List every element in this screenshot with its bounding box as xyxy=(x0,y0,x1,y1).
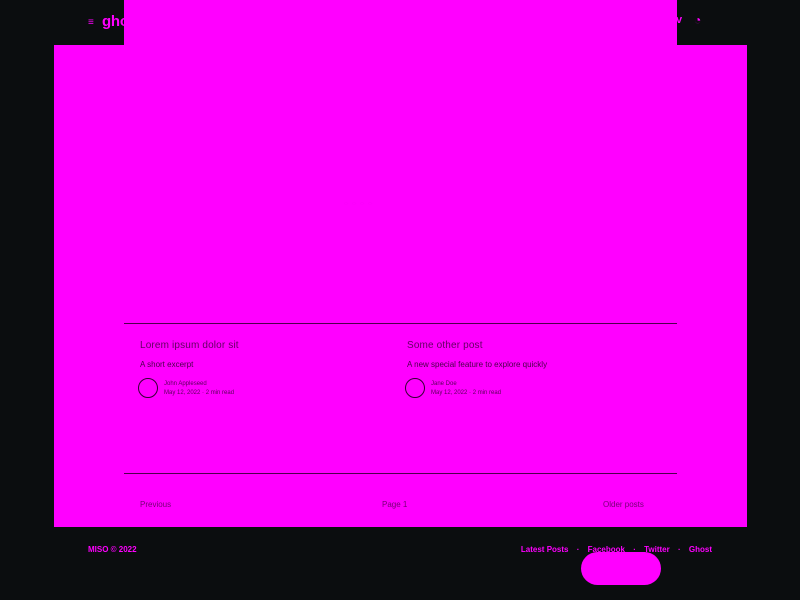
pagination-status: Page 1 xyxy=(382,500,408,509)
pagination-older[interactable]: Older posts xyxy=(603,500,644,509)
author-avatar xyxy=(405,378,425,398)
post-excerpt: A new special feature to explore quickly xyxy=(407,360,548,369)
page: ≡ ghost v ◔ - - - - Lorem ipsum dolor si… xyxy=(0,0,800,600)
author-name[interactable]: Jane Doe xyxy=(431,380,501,389)
post-meta: Jane Doe May 12, 2022 · 2 min read xyxy=(431,380,501,398)
copyright: MISO © 2022 xyxy=(88,545,137,554)
footer-link-ghost[interactable]: Ghost xyxy=(689,545,712,554)
post-date: May 12, 2022 · 2 min read xyxy=(431,390,502,396)
top-divider xyxy=(124,323,677,324)
header-actions: v ◔ xyxy=(676,14,706,30)
header-link[interactable]: v xyxy=(676,14,682,26)
main-content: - - - - Lorem ipsum dolor sit A short ex… xyxy=(54,45,747,527)
rss-icon[interactable]: ◔ xyxy=(694,14,704,26)
post-card[interactable]: Lorem ipsum dolor sit A short excerpt Jo… xyxy=(138,340,360,410)
post-meta: John Appleseed May 12, 2022 · 2 min read xyxy=(164,380,234,398)
author-avatar xyxy=(138,378,158,398)
post-date: May 12, 2022 · 2 min read xyxy=(164,390,235,396)
author-name[interactable]: John Appleseed xyxy=(164,380,234,389)
pagination-previous[interactable]: Previous xyxy=(140,500,171,509)
floating-pill[interactable] xyxy=(581,552,661,585)
hero-faint-text: - - - - xyxy=(344,195,373,210)
footer-separator: · xyxy=(677,545,681,554)
post-excerpt: A short excerpt xyxy=(140,360,194,369)
post-card[interactable]: Some other post A new special feature to… xyxy=(405,340,627,410)
post-title[interactable]: Some other post xyxy=(407,340,483,351)
post-title[interactable]: Lorem ipsum dolor sit xyxy=(140,340,239,351)
bottom-divider xyxy=(124,473,677,474)
navigation-overlay xyxy=(124,0,677,45)
footer-separator: · xyxy=(576,545,580,554)
footer-link-latest-posts[interactable]: Latest Posts xyxy=(521,545,569,554)
menu-icon: ≡ xyxy=(88,17,94,28)
